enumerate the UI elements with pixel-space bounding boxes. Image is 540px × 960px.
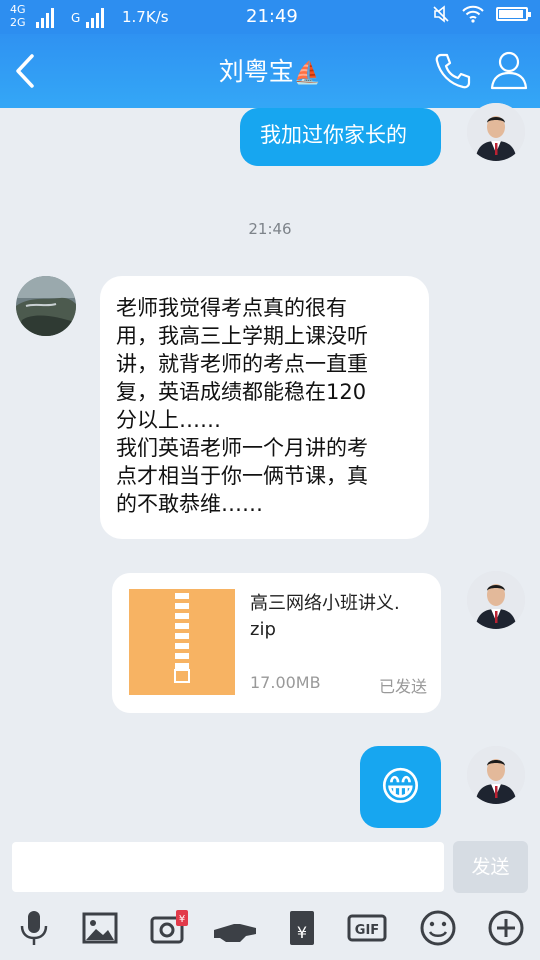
message-input[interactable] <box>12 842 444 892</box>
emoji-icon[interactable] <box>418 908 458 948</box>
gif-label: GIF <box>355 923 379 938</box>
microphone-icon[interactable] <box>14 908 54 948</box>
status-icons <box>432 5 531 23</box>
message-line: 分以上…… <box>116 408 221 432</box>
status-bar: 4G 2G G 1.7K/s 21:49 <box>0 0 540 34</box>
file-name: 高三网络小班讲义. zip <box>250 593 400 640</box>
my-avatar[interactable] <box>467 746 525 804</box>
wifi-icon <box>462 5 484 23</box>
red-packet-label: ¥ <box>179 914 185 925</box>
my-avatar[interactable] <box>467 103 525 161</box>
message-line: 我们英语老师一个月讲的考 <box>116 436 368 460</box>
grinning-emoji-icon: 😁 <box>379 764 422 810</box>
sailboat-icon: ⛵ <box>293 61 322 86</box>
message-line: 老师我觉得考点真的很有 <box>116 296 347 320</box>
signal-strength-2-icon <box>86 4 104 28</box>
message-text: 我加过你家长的 <box>260 123 407 147</box>
zip-file-icon <box>129 589 235 695</box>
red-envelope-icon[interactable]: ¥ <box>282 908 322 948</box>
avatar-landscape-icon <box>16 276 76 336</box>
clock: 21:49 <box>246 6 298 27</box>
outgoing-emoji-bubble[interactable]: 😁 <box>360 746 441 828</box>
message-line: 点才相当于你一俩节课，真 <box>116 464 368 488</box>
file-sent-status: 已发送 <box>378 677 427 696</box>
message-timestamp: 21:46 <box>248 220 292 238</box>
image-icon[interactable] <box>80 908 120 948</box>
chat-area[interactable]: 我加过你家长的 21:46 老师我觉得考点真的很有 用，我高三上学期上课没听 讲… <box>0 103 540 836</box>
signal-strength-icon <box>36 4 54 28</box>
network-speed: 1.7K/s <box>122 8 169 26</box>
contact-avatar[interactable] <box>16 276 76 336</box>
contact-name: 刘粤宝 <box>218 57 294 86</box>
battery-icon <box>496 7 531 21</box>
title-bar: 刘粤宝⛵ <box>0 34 540 108</box>
file-size: 17.00MB <box>250 673 321 692</box>
gif-icon[interactable]: GIF <box>346 908 394 948</box>
phone-call-icon[interactable] <box>432 50 474 92</box>
message-line: 复，英语成绩都能稳在120 <box>116 380 367 404</box>
input-toolbar: ¥ ¥ GIF <box>0 896 540 960</box>
outgoing-message-bubble[interactable]: 我加过你家长的 <box>240 108 441 166</box>
network-2g-label: 2G <box>10 16 26 29</box>
network-4g-label: 4G <box>10 3 26 16</box>
my-avatar[interactable] <box>467 571 525 629</box>
avatar-man-icon <box>467 103 525 161</box>
add-more-icon[interactable] <box>486 908 526 948</box>
contact-profile-icon[interactable] <box>488 48 530 92</box>
yen-symbol: ¥ <box>297 923 307 942</box>
message-line: 讲，就背老师的考点一直重 <box>116 352 368 376</box>
avatar-man-icon <box>467 746 525 804</box>
message-line: 用，我高三上学期上课没听 <box>116 324 368 348</box>
message-line: 的不敢恭维…… <box>116 492 263 516</box>
send-button[interactable]: 发送 <box>453 841 528 893</box>
file-message-card[interactable]: 高三网络小班讲义. zip 17.00MB 已发送 <box>112 573 441 713</box>
poke-hand-icon[interactable] <box>212 908 258 948</box>
camera-icon[interactable]: ¥ <box>148 908 188 948</box>
avatar-man-icon <box>467 571 525 629</box>
network-g-label: G <box>71 11 81 25</box>
mute-icon <box>433 5 449 23</box>
incoming-message-bubble[interactable]: 老师我觉得考点真的很有 用，我高三上学期上课没听 讲，就背老师的考点一直重 复，… <box>100 276 429 539</box>
composer: 发送 <box>0 836 540 896</box>
network-labels: 4G 2G <box>10 3 26 29</box>
